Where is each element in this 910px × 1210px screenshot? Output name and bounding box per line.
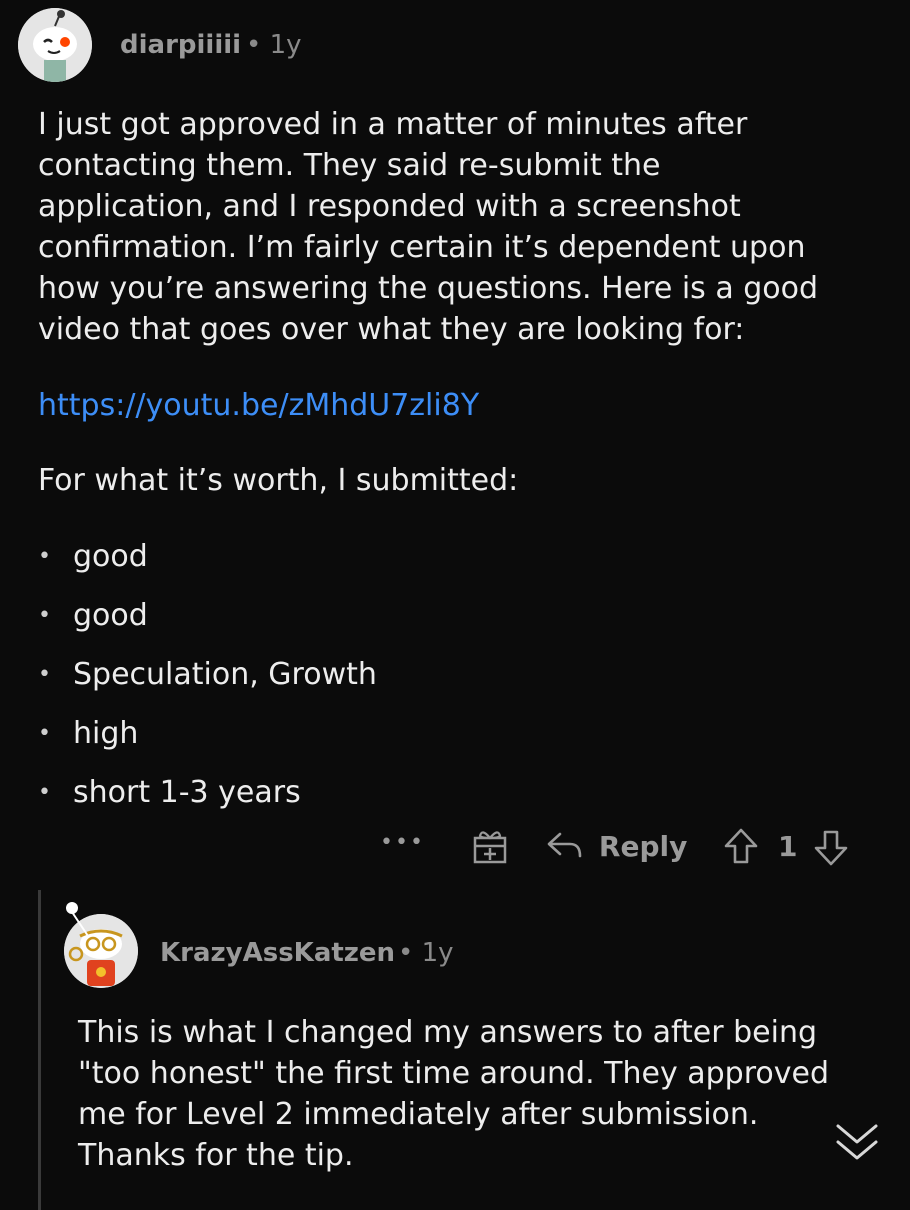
list-item: high [38, 712, 377, 771]
downvote-icon [814, 830, 848, 866]
comment-actions: ••• Reply 1 [0, 820, 910, 880]
comment-age: • 1y [246, 30, 302, 60]
snoo-avatar-icon [18, 8, 92, 82]
comment-username[interactable]: diarpiiiii [120, 30, 241, 60]
reply-age: • 1y [398, 938, 454, 968]
list-item: Speculation, Growth [38, 653, 377, 712]
downvote-button[interactable] [812, 828, 850, 875]
reply-body: This is what I changed my answers to aft… [78, 1015, 830, 1173]
antenna-icon [66, 902, 89, 937]
upvote-icon [724, 828, 758, 864]
comment-body: I just got approved in a matter of minut… [38, 107, 819, 347]
submitted-answers-list: good good Speculation, Growth high short… [38, 535, 377, 830]
list-item: good [38, 594, 377, 653]
reply-username[interactable]: KrazyAssKatzen [160, 938, 395, 968]
award-icon[interactable] [470, 826, 510, 873]
reply-button[interactable]: Reply [546, 830, 687, 863]
reply-label: Reply [598, 830, 688, 863]
thread-line[interactable] [38, 890, 41, 1210]
more-icon[interactable]: ••• [380, 830, 425, 855]
upvote-button[interactable] [722, 826, 760, 873]
video-link[interactable]: https://youtu.be/zMhdU7zli8Y [38, 388, 479, 423]
score-count: 1 [778, 830, 798, 863]
reply-icon [547, 832, 582, 858]
avatar[interactable] [18, 8, 92, 82]
list-item: good [38, 535, 377, 594]
comment-worth: For what it’s worth, I submitted: [38, 463, 519, 498]
chevron-down-icon[interactable] [834, 1120, 880, 1168]
